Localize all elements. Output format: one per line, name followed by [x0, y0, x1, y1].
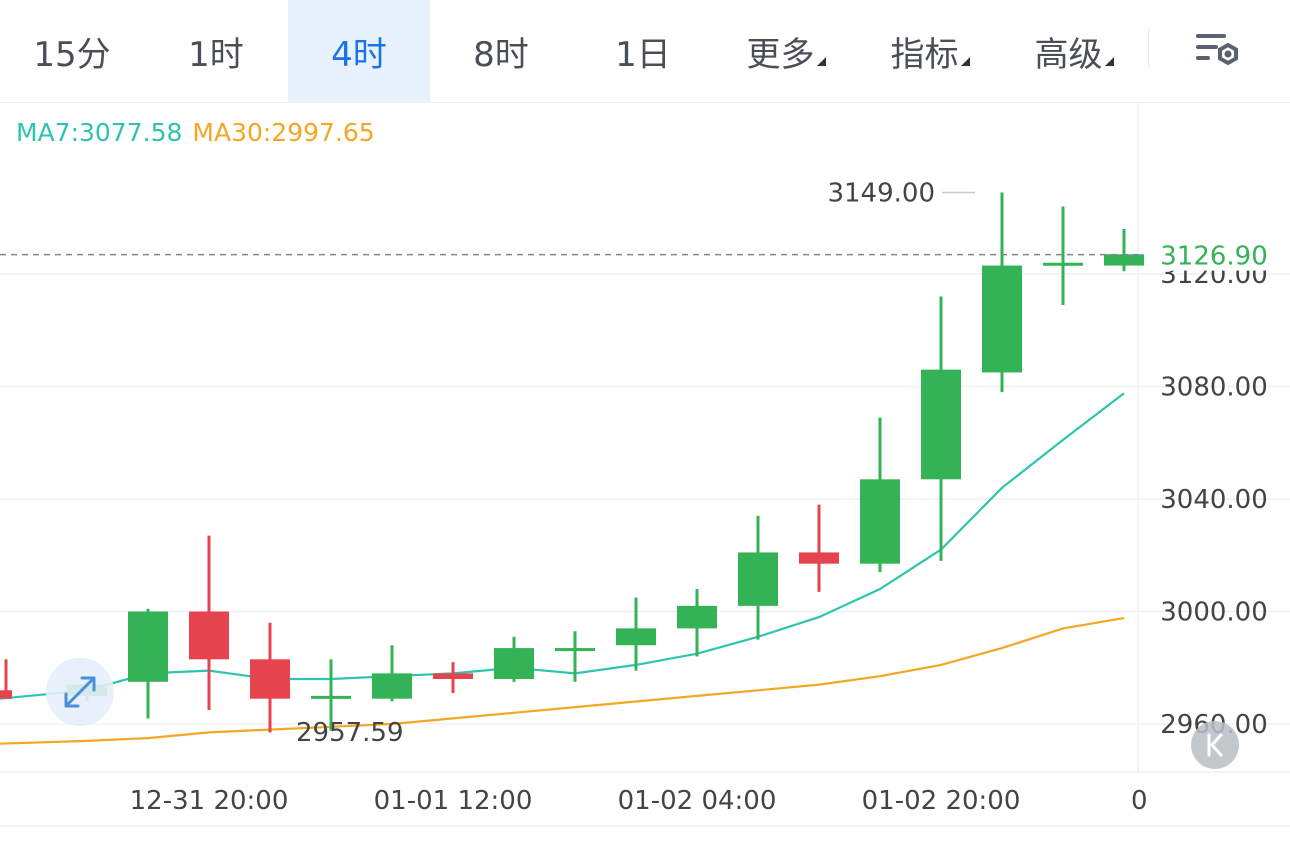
candle: [860, 417, 900, 573]
candle-body: [860, 479, 900, 564]
y-tick-label: 3000.00: [1160, 598, 1268, 628]
candle-body: [616, 628, 656, 646]
x-tick-label: 01-01 12:00: [374, 786, 533, 816]
fullscreen-toggle-button[interactable]: [46, 658, 114, 726]
y-tick-label: 3080.00: [1160, 373, 1268, 403]
candle-body: [799, 552, 839, 564]
candle-body: [738, 552, 778, 606]
candle-body: [0, 690, 12, 699]
candle: [738, 515, 778, 640]
candle-body: [494, 648, 534, 679]
high-price-label: 3149.00: [827, 178, 935, 208]
current-price-label: 3126.90: [1160, 242, 1268, 272]
candle-body: [555, 648, 595, 652]
candlestick-chart[interactable]: 2960.003000.003040.003080.003120.00 12-3…: [0, 0, 1290, 844]
candle: [494, 636, 534, 682]
candle-body: [250, 659, 290, 699]
candle: [0, 659, 12, 699]
x-tick-label: 01-02 20:00: [862, 786, 1021, 816]
candle-body: [128, 611, 168, 682]
ma30-line: [0, 617, 1125, 745]
candle-body: [677, 605, 717, 629]
time-axis: 12-31 20:00 01-01 12:00 01-02 04:00 01-02 2…: [130, 786, 1148, 816]
candle-body: [189, 611, 229, 660]
x-tick-label: 01-02 04:00: [618, 786, 777, 816]
candle: [250, 622, 290, 733]
candle: [189, 535, 229, 710]
candle-body: [1104, 254, 1144, 266]
candle: [616, 597, 656, 671]
y-tick-label: 3040.00: [1160, 485, 1268, 515]
candle: [799, 504, 839, 592]
scroll-to-latest-button[interactable]: [1191, 721, 1239, 769]
candle-body: [311, 695, 351, 699]
candle-body: [1043, 262, 1083, 266]
low-price-label: 2957.59: [296, 718, 404, 748]
candle: [128, 608, 168, 719]
candle-body: [372, 673, 412, 699]
candle: [982, 192, 1022, 393]
ma30-line-layer: [0, 617, 1125, 745]
chart-grid: [0, 102, 1290, 827]
candle-body: [433, 673, 473, 679]
x-tick-label: 12-31 20:00: [130, 786, 289, 816]
candle: [1043, 206, 1083, 305]
candle: [921, 296, 961, 561]
scroll-to-latest-bg: [1191, 721, 1239, 769]
candle: [555, 631, 595, 682]
chart-overlay: 3126.90 3149.00 2957.59: [0, 178, 1286, 769]
candle-body: [921, 369, 961, 480]
x-tick-label: 0: [1131, 786, 1148, 816]
candle: [677, 589, 717, 657]
candle: [372, 645, 412, 702]
price-axis: 2960.003000.003040.003080.003120.00: [1160, 260, 1268, 740]
candle: [433, 662, 473, 694]
candle-body: [982, 265, 1022, 373]
